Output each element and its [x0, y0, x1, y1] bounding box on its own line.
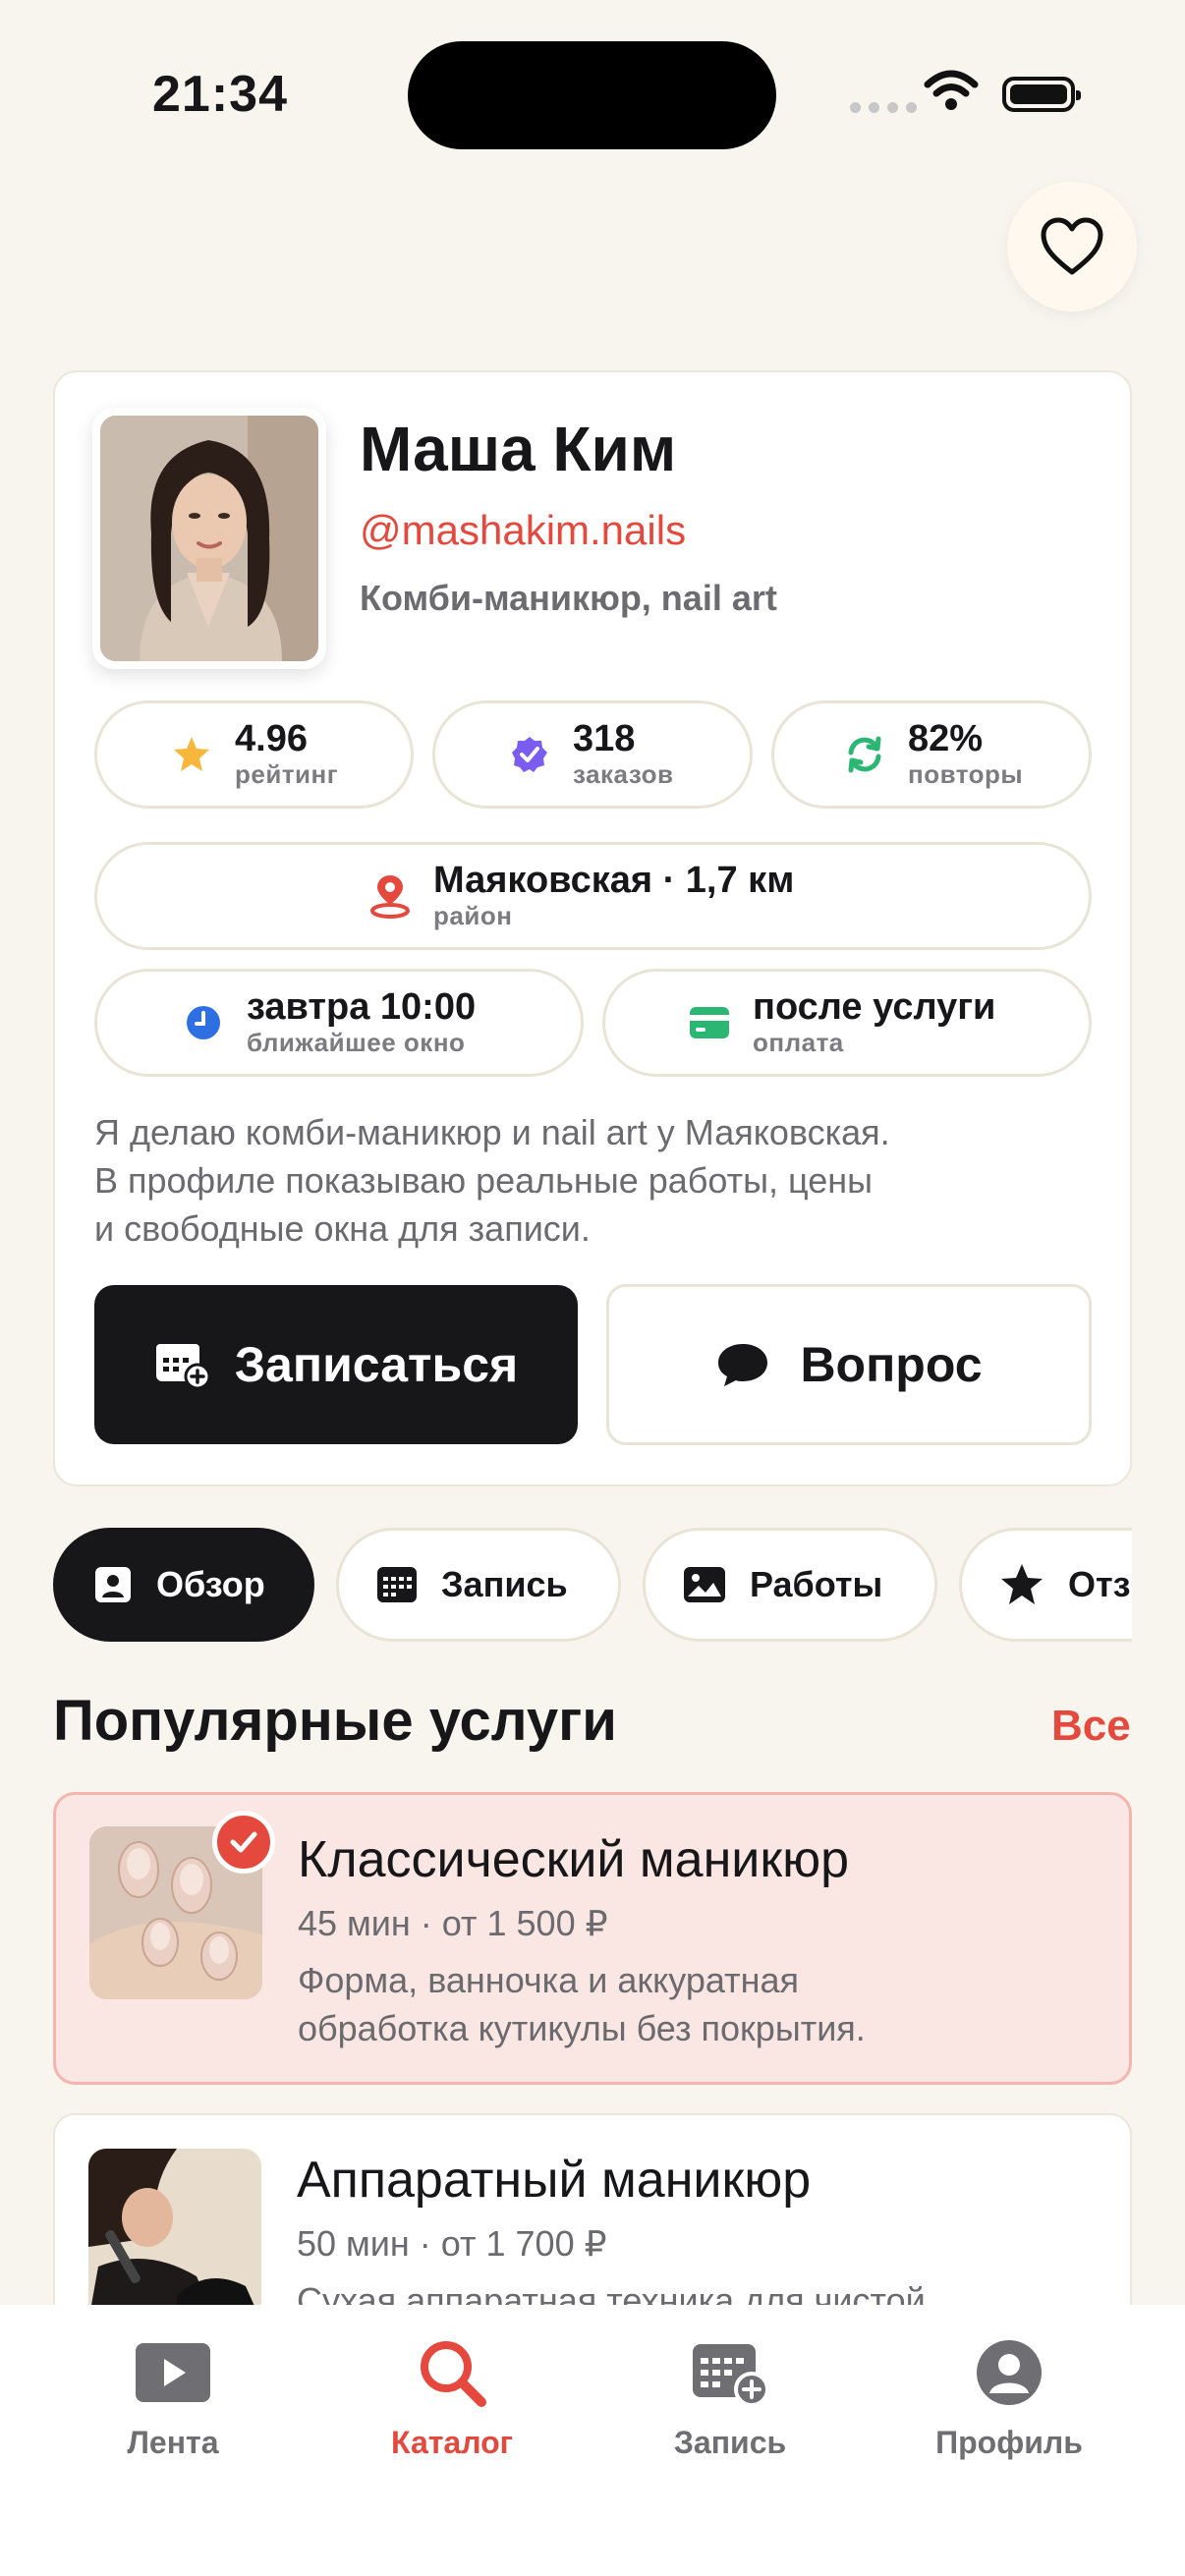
favorite-button[interactable]: [1007, 182, 1137, 311]
service-image: [88, 2149, 261, 2322]
tab-works[interactable]: Работы: [643, 1528, 937, 1642]
search-icon: [417, 2336, 487, 2409]
verified-badge-icon: [508, 733, 551, 776]
bio-line: Я делаю комби-маникюр и nail art у Маяко…: [94, 1112, 890, 1152]
stat-orders: 318 заказов: [432, 700, 753, 809]
stat-value: 82%: [908, 718, 984, 759]
specialty: Комби-маникюр, nail art: [360, 578, 777, 618]
instagram-handle-link[interactable]: @mashakim.nails: [360, 507, 686, 554]
stat-label: рейтинг: [235, 759, 339, 789]
next-slot-value: завтра 10:00: [247, 986, 477, 1028]
service-description: Форма, ванночка и аккуратная обработка к…: [298, 1956, 1103, 2052]
payment-value: после услуги: [753, 986, 996, 1028]
tab-label: Обзор: [156, 1564, 265, 1604]
section-title: Популярные услуги: [53, 1689, 617, 1753]
ask-button-label: Вопрос: [800, 1337, 983, 1392]
bottom-nav: Лента Каталог Запись Профиль: [0, 2305, 1185, 2576]
next-slot-pill[interactable]: завтра 10:00 ближайшее окно: [94, 969, 584, 1077]
nav-label: Лента: [127, 2425, 219, 2460]
service-description-line: Форма, ванночка и аккуратная: [298, 1960, 800, 2000]
person-icon: [975, 2336, 1044, 2409]
service-title: Классический маникюр: [298, 1831, 850, 1888]
chat-bubble-icon: [718, 1344, 768, 1386]
repeat-icon: [843, 733, 886, 776]
stat-rating: 4.96 рейтинг: [94, 700, 414, 809]
payment-label: оплата: [753, 1028, 844, 1057]
nav-label: Профиль: [935, 2425, 1083, 2460]
see-all-link[interactable]: Все: [1051, 1702, 1131, 1751]
service-description-line: обработка кутикулы без покрытия.: [298, 2008, 866, 2048]
nav-profile[interactable]: Профиль: [911, 2336, 1107, 2461]
play-icon: [134, 2336, 212, 2409]
avatar: [92, 408, 326, 669]
bio-line: и свободные окна для записи.: [94, 1208, 591, 1249]
tab-booking[interactable]: Запись: [336, 1528, 621, 1642]
nav-booking[interactable]: Запись: [632, 2336, 828, 2461]
tab-label: Работы: [750, 1564, 883, 1604]
stat-label: заказов: [573, 759, 674, 789]
stat-repeat: 82% повторы: [771, 700, 1092, 809]
book-button[interactable]: Записаться: [94, 1285, 578, 1444]
master-name: Маша Ким: [360, 414, 677, 484]
portrait-image: [100, 416, 318, 661]
nav-label: Запись: [673, 2425, 787, 2460]
nav-label: Каталог: [391, 2425, 513, 2460]
calendar-add-icon: [691, 2336, 769, 2409]
service-meta: 50 мин · от 1 700 ₽: [297, 2223, 607, 2264]
selected-check-icon: [212, 1811, 275, 1874]
service-meta: 45 мин · от 1 500 ₽: [298, 1903, 608, 1943]
tab-reviews[interactable]: Отзывы: [959, 1528, 1132, 1642]
calendar-add-icon: [155, 1344, 211, 1389]
location-pin-icon: [368, 874, 412, 919]
next-slot-label: ближайшее окно: [247, 1028, 466, 1057]
tab-overview[interactable]: Обзор: [53, 1528, 314, 1642]
ask-question-button[interactable]: Вопрос: [606, 1284, 1092, 1445]
battery-icon: [1002, 77, 1081, 112]
stat-label: повторы: [908, 759, 1024, 789]
star-icon: [170, 733, 213, 776]
tab-label: Запись: [441, 1564, 568, 1604]
nav-catalog[interactable]: Каталог: [354, 2336, 550, 2461]
nav-feed[interactable]: Лента: [75, 2336, 271, 2461]
stat-value: 318: [573, 718, 636, 759]
bio-line: В профиле показываю реальные работы, цен…: [94, 1160, 873, 1201]
heart-icon: [1041, 217, 1103, 275]
location-label: район: [433, 901, 513, 930]
calendar-icon: [376, 1566, 418, 1603]
payment-pill: после услуги оплата: [602, 969, 1092, 1077]
status-time: 21:34: [152, 66, 288, 123]
tabs-bar: Обзор Запись Работы Отзывы: [53, 1528, 1132, 1644]
location-pill[interactable]: Маяковская · 1,7 км район: [94, 842, 1092, 950]
tab-label: Отзывы: [1068, 1564, 1132, 1604]
service-title: Аппаратный маникюр: [297, 2152, 812, 2209]
dynamic-island: [408, 41, 776, 149]
star-icon: [999, 1563, 1044, 1606]
image-icon: [683, 1566, 726, 1603]
wifi-icon: [924, 70, 979, 110]
clock-icon: [182, 1001, 225, 1044]
bio-text: Я делаю комби-маникюр и nail art у Маяко…: [94, 1108, 1097, 1253]
stat-value: 4.96: [235, 718, 308, 759]
card-icon: [688, 1001, 731, 1044]
book-button-label: Записаться: [234, 1337, 519, 1392]
profile-card-icon: [93, 1565, 133, 1604]
location-value: Маяковская · 1,7 км: [433, 860, 795, 901]
signal-icon: [850, 102, 917, 113]
